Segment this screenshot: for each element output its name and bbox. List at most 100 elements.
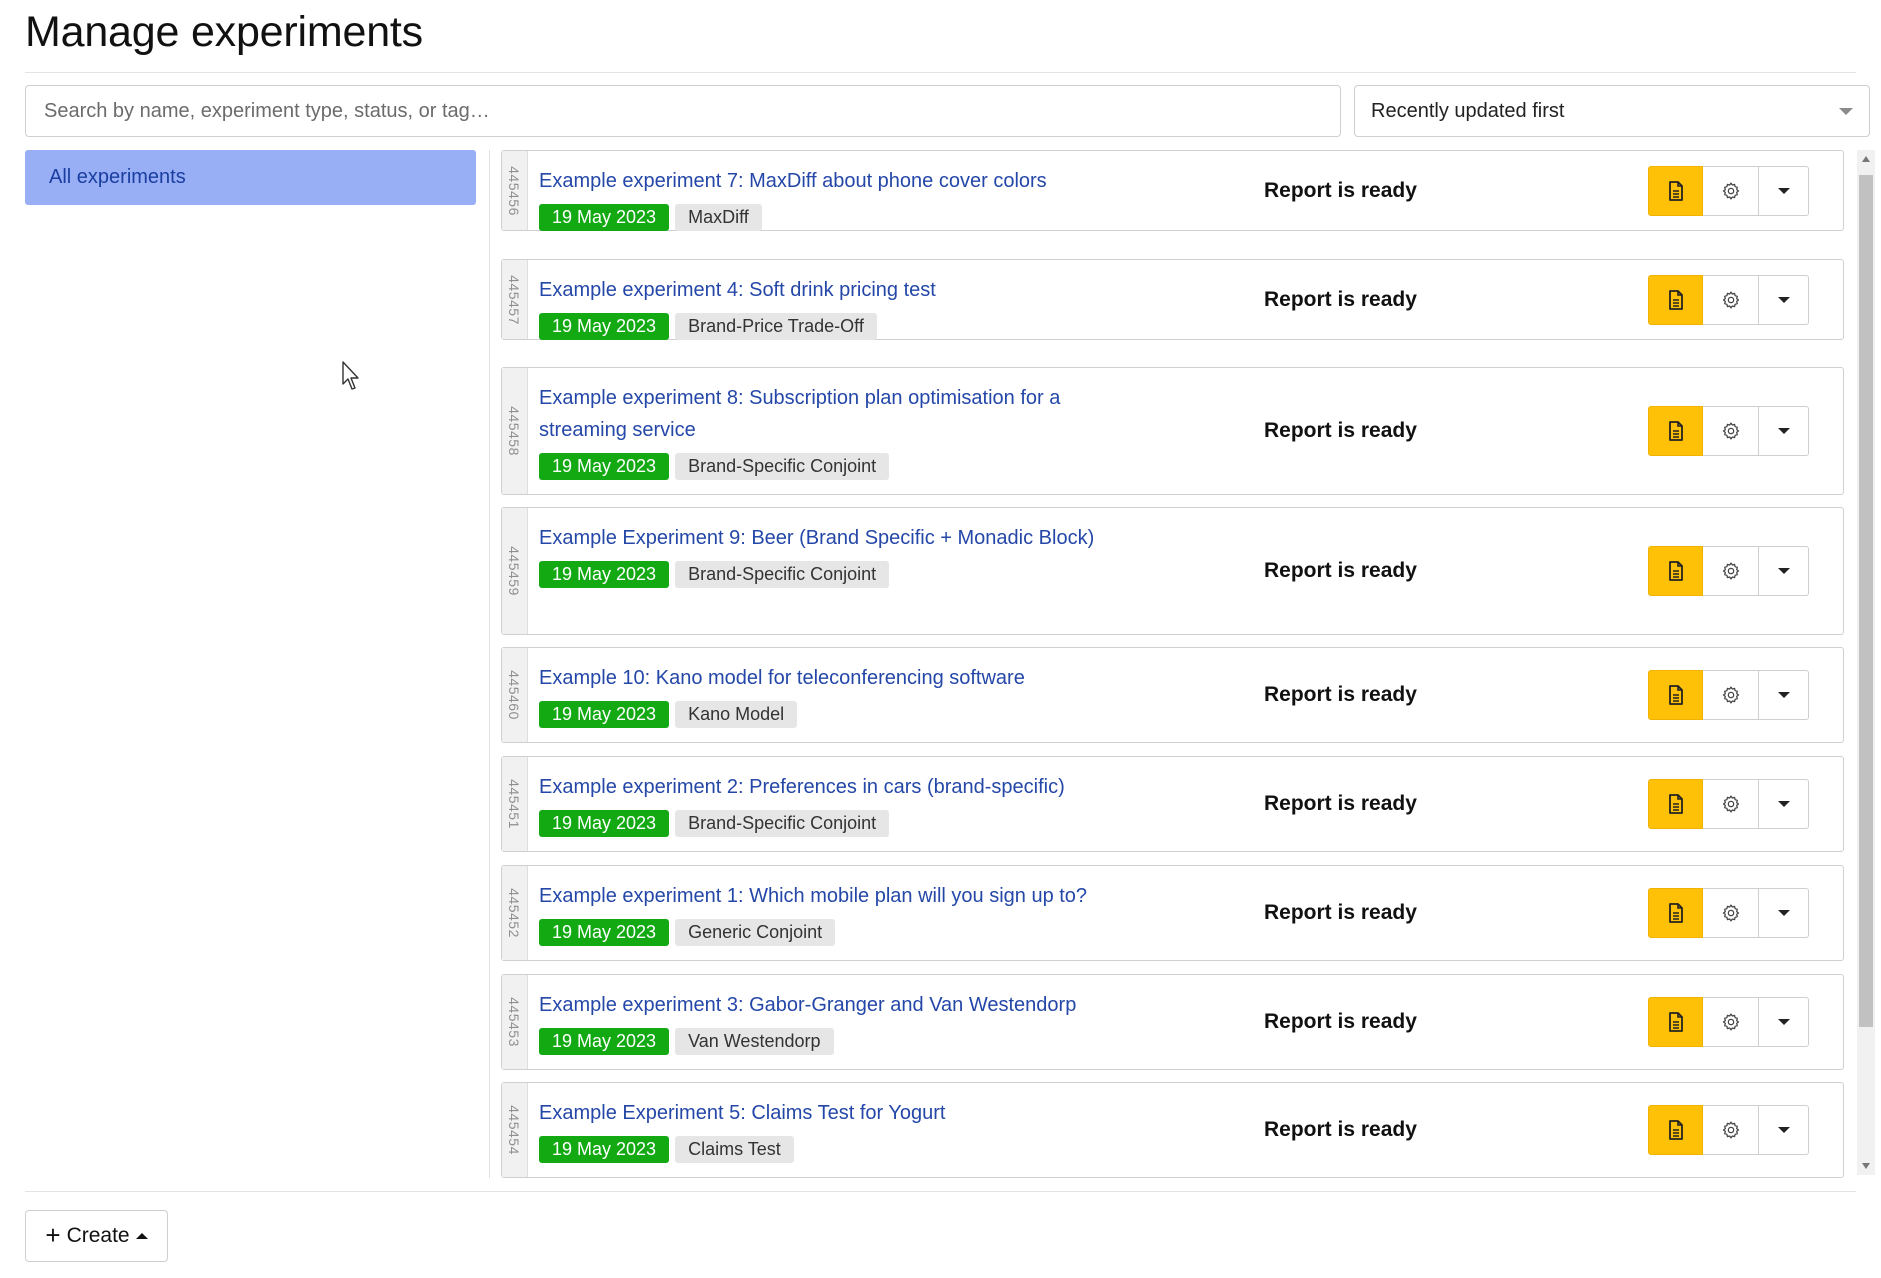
create-button[interactable]: + Create [25, 1210, 168, 1262]
status-text: Report is ready [1264, 901, 1417, 924]
experiment-name-link[interactable]: Example experiment 2: Preferences in car… [539, 771, 1129, 803]
experiment-id: 445453 [506, 997, 522, 1047]
type-badge: Van Westendorp [675, 1028, 834, 1055]
scroll-up-arrow-icon[interactable] [1862, 156, 1870, 162]
experiment-name-link[interactable]: Example experiment 4: Soft drink pricing… [539, 274, 1129, 306]
view-report-button[interactable] [1648, 779, 1703, 829]
date-badge: 19 May 2023 [539, 453, 670, 480]
caret-down-icon [1777, 692, 1790, 698]
settings-button[interactable] [1703, 1105, 1759, 1155]
experiment-id-strip: 445458 [502, 368, 528, 494]
experiment-row: 445460 Example 10: Kano model for teleco… [501, 647, 1844, 743]
more-actions-dropdown[interactable] [1759, 670, 1809, 720]
status-text: Report is ready [1264, 178, 1417, 202]
experiment-name-link[interactable]: Example 10: Kano model for teleconferenc… [539, 662, 1129, 694]
experiment-list: 445456 Example experiment 7: MaxDiff abo… [501, 150, 1845, 1180]
experiment-name-link[interactable]: Example experiment 3: Gabor-Granger and … [539, 989, 1129, 1021]
view-report-button[interactable] [1648, 165, 1703, 216]
experiment-row: 445453 Example experiment 3: Gabor-Grang… [501, 974, 1844, 1070]
experiment-id: 445460 [506, 670, 522, 720]
search-input[interactable] [25, 85, 1341, 137]
experiment-id-strip: 445459 [502, 508, 528, 634]
settings-button[interactable] [1703, 997, 1759, 1047]
experiment-id: 445454 [506, 1105, 522, 1155]
settings-button[interactable] [1703, 274, 1759, 325]
settings-button[interactable] [1703, 165, 1759, 216]
date-badge: 19 May 2023 [539, 701, 670, 728]
type-badge: Brand-Price Trade-Off [675, 313, 877, 340]
settings-button[interactable] [1703, 779, 1759, 829]
list-scrollbar[interactable] [1857, 150, 1875, 1175]
settings-button[interactable] [1703, 888, 1759, 938]
view-report-button[interactable] [1648, 997, 1703, 1047]
row-actions [1648, 670, 1809, 720]
sidebar-item-all-experiments[interactable]: All experiments [25, 150, 476, 205]
type-badge: Claims Test [675, 1136, 794, 1163]
view-report-button[interactable] [1648, 406, 1703, 456]
experiment-row: 445456 Example experiment 7: MaxDiff abo… [501, 150, 1844, 231]
experiment-row: 445457 Example experiment 4: Soft drink … [501, 259, 1844, 340]
gear-icon [1722, 686, 1739, 704]
gear-icon [1722, 904, 1739, 922]
experiment-id: 445459 [506, 546, 522, 596]
experiment-name-link[interactable]: Example experiment 8: Subscription plan … [539, 382, 1129, 446]
status-text: Report is ready [1264, 792, 1417, 815]
settings-button[interactable] [1703, 546, 1759, 596]
row-actions [1648, 165, 1809, 216]
experiment-name-link[interactable]: Example Experiment 9: Beer (Brand Specif… [539, 522, 1129, 554]
experiment-id-strip: 445452 [502, 866, 528, 960]
row-actions [1648, 406, 1809, 456]
more-actions-dropdown[interactable] [1759, 779, 1809, 829]
row-actions [1648, 546, 1809, 596]
gear-icon [1722, 181, 1739, 200]
experiment-name-link[interactable]: Example experiment 7: MaxDiff about phon… [539, 165, 1129, 197]
settings-button[interactable] [1703, 670, 1759, 720]
experiment-id-strip: 445456 [502, 151, 528, 230]
view-report-button[interactable] [1648, 274, 1703, 325]
gear-icon [1722, 422, 1739, 440]
gear-icon [1722, 1013, 1739, 1031]
document-icon [1668, 794, 1683, 814]
settings-button[interactable] [1703, 406, 1759, 456]
row-actions [1648, 1105, 1809, 1155]
row-actions [1648, 997, 1809, 1047]
document-icon [1668, 289, 1683, 310]
more-actions-dropdown[interactable] [1759, 546, 1809, 596]
experiment-id: 445451 [506, 779, 522, 829]
plus-icon: + [45, 1220, 61, 1250]
more-actions-dropdown[interactable] [1759, 406, 1809, 456]
scrollbar-thumb[interactable] [1859, 175, 1873, 1027]
more-actions-dropdown[interactable] [1759, 165, 1809, 216]
experiment-name-link[interactable]: Example Experiment 5: Claims Test for Yo… [539, 1097, 1129, 1129]
experiment-id: 445456 [506, 165, 522, 216]
type-badge: MaxDiff [675, 204, 762, 231]
more-actions-dropdown[interactable] [1759, 1105, 1809, 1155]
scroll-down-arrow-icon[interactable] [1862, 1163, 1870, 1169]
sort-select[interactable]: Recently updated first [1354, 85, 1870, 137]
row-actions [1648, 274, 1809, 325]
more-actions-dropdown[interactable] [1759, 888, 1809, 938]
experiment-id-strip: 445451 [502, 757, 528, 851]
view-report-button[interactable] [1648, 546, 1703, 596]
sidebar: All experiments [25, 150, 476, 205]
view-report-button[interactable] [1648, 1105, 1703, 1155]
sort-select-value: Recently updated first [1371, 99, 1565, 122]
row-actions [1648, 888, 1809, 938]
view-report-button[interactable] [1648, 670, 1703, 720]
create-button-label: Create [66, 1224, 130, 1247]
experiment-id-strip: 445454 [502, 1083, 528, 1177]
gear-icon [1722, 562, 1739, 580]
type-badge: Kano Model [675, 701, 798, 728]
more-actions-dropdown[interactable] [1759, 274, 1809, 325]
view-report-button[interactable] [1648, 888, 1703, 938]
document-icon [1668, 1012, 1683, 1032]
experiment-name-link[interactable]: Example experiment 1: Which mobile plan … [539, 880, 1129, 912]
caret-down-icon [1777, 568, 1790, 574]
type-badge: Brand-Specific Conjoint [675, 810, 890, 837]
chevron-down-icon [1839, 107, 1853, 115]
more-actions-dropdown[interactable] [1759, 997, 1809, 1047]
status-text: Report is ready [1264, 683, 1417, 706]
footer-divider [25, 1191, 1856, 1192]
status-text: Report is ready [1264, 1010, 1417, 1033]
experiment-row: 445452 Example experiment 1: Which mobil… [501, 865, 1844, 961]
